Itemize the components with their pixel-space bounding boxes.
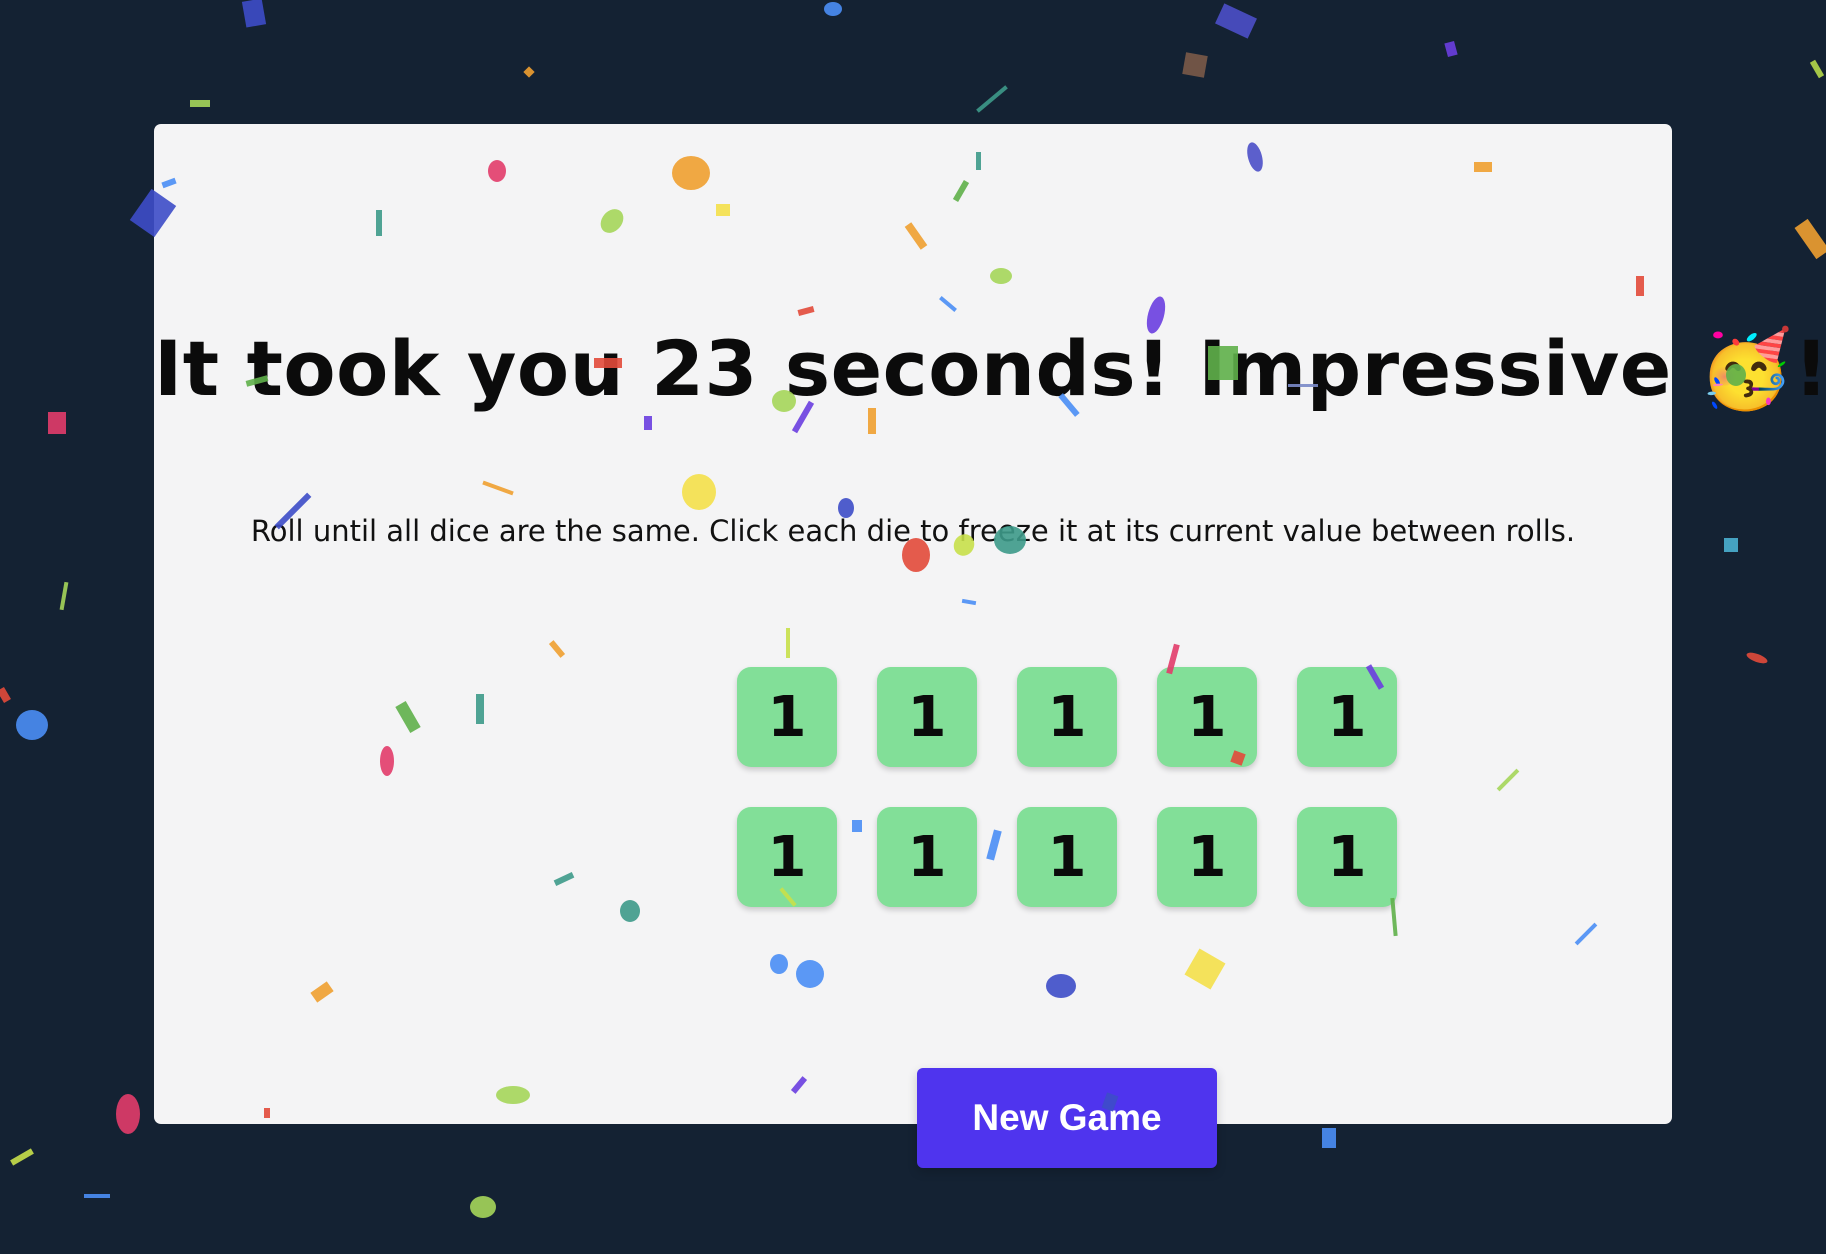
confetti-piece xyxy=(1745,650,1769,666)
confetti-piece xyxy=(1322,1128,1336,1148)
confetti-piece xyxy=(84,1194,110,1198)
die-5[interactable]: 1 xyxy=(1297,667,1397,767)
confetti-piece xyxy=(523,66,535,78)
die-6[interactable]: 1 xyxy=(737,807,837,907)
die-9[interactable]: 1 xyxy=(1157,807,1257,907)
die-10[interactable]: 1 xyxy=(1297,807,1397,907)
confetti-piece xyxy=(976,85,1008,113)
confetti-piece xyxy=(48,412,66,434)
confetti-piece xyxy=(1444,40,1458,58)
confetti-piece xyxy=(116,1094,140,1134)
confetti-piece xyxy=(1724,538,1738,552)
confetti-piece xyxy=(59,581,69,611)
instructions-text: Roll until all dice are the same. Click … xyxy=(250,514,1576,548)
confetti-piece xyxy=(0,686,11,704)
confetti-piece xyxy=(824,2,842,16)
die-7[interactable]: 1 xyxy=(877,807,977,907)
die-1[interactable]: 1 xyxy=(737,667,837,767)
confetti-piece xyxy=(10,1148,34,1166)
confetti-piece xyxy=(241,0,267,28)
dice-grid: 1 1 1 1 1 1 1 1 1 1 xyxy=(737,667,1397,907)
win-title: It took you 23 seconds! Impressive 🥳! xyxy=(154,324,1826,413)
confetti-piece xyxy=(190,100,210,107)
confetti-piece xyxy=(1794,218,1826,260)
die-8[interactable]: 1 xyxy=(1017,807,1117,907)
confetti-piece xyxy=(1809,59,1825,79)
confetti-piece xyxy=(16,710,48,740)
confetti-piece xyxy=(1182,52,1208,78)
die-2[interactable]: 1 xyxy=(877,667,977,767)
new-game-button[interactable]: New Game xyxy=(917,1068,1217,1168)
confetti-piece xyxy=(470,1196,496,1218)
confetti-piece xyxy=(1215,3,1257,39)
die-3[interactable]: 1 xyxy=(1017,667,1117,767)
game-card: It took you 23 seconds! Impressive 🥳! Ro… xyxy=(154,124,1826,1168)
die-4[interactable]: 1 xyxy=(1157,667,1257,767)
